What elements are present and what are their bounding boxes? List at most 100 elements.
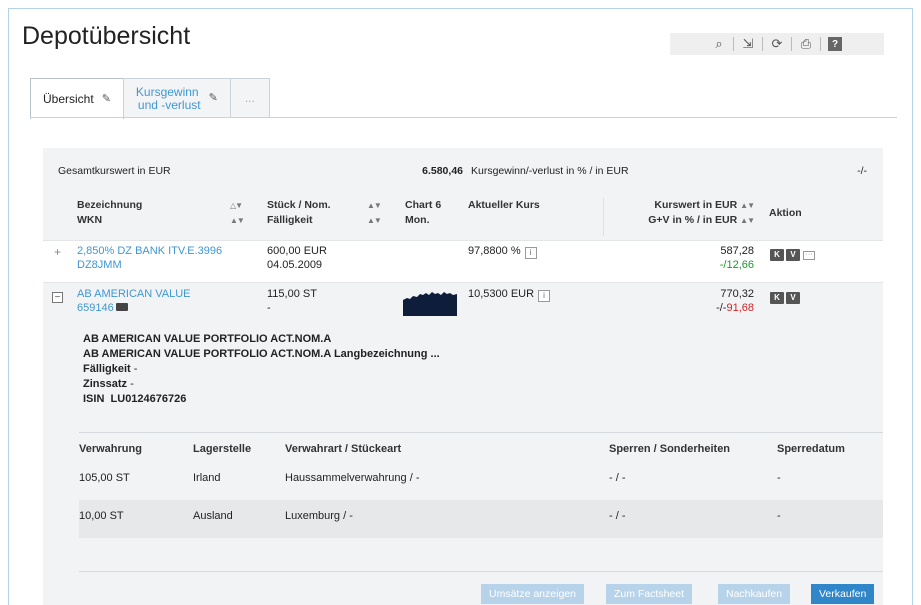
message-icon[interactable] <box>115 303 128 311</box>
security-details: AB AMERICAN VALUE PORTFOLIO ACT.NOM.A AB… <box>83 332 440 407</box>
custody-restriction-date: - <box>777 472 781 484</box>
col-stueck[interactable]: Stück / Nom. Fälligkeit <box>267 198 331 228</box>
tab-label: Übersicht <box>43 91 94 106</box>
buy-button[interactable]: K <box>770 249 784 261</box>
market-value: 587,28 <box>720 245 754 257</box>
col-lagerstelle: Lagerstelle <box>193 443 252 455</box>
col-wkn-label: WKN <box>77 214 103 226</box>
sort-icon[interactable]: ▲▼ <box>740 216 755 225</box>
show-transactions-button[interactable]: Umsätze anzeigen <box>481 584 584 604</box>
col-sperren: Sperren / Sonderheiten <box>609 443 731 455</box>
factsheet-button[interactable]: Zum Factsheet <box>606 584 693 604</box>
print-icon[interactable]: ⎙ <box>792 35 820 53</box>
expand-icon[interactable]: + <box>52 246 63 259</box>
sort-icon[interactable]: ▲▼ <box>740 201 755 210</box>
tab-label: Kursgewinn und -verlust <box>135 84 201 112</box>
buy-button[interactable]: K <box>770 292 784 304</box>
help-icon[interactable]: ? <box>828 37 842 51</box>
custody-restriction-date: - <box>777 510 781 522</box>
detail-interest-label: Zinssatz <box>83 378 128 390</box>
gain-loss-value: 91,68 <box>726 302 754 314</box>
tab-label-line1: Kursgewinn <box>135 84 199 99</box>
col-verwahrung: Verwahrung <box>79 443 142 455</box>
custody-restrictions: - / - <box>609 472 626 484</box>
current-price-value: 97,8800 % <box>468 245 521 257</box>
total-value: 6.580,46 <box>422 165 463 177</box>
market-value: 770,32 <box>720 288 754 300</box>
refresh-icon[interactable]: ⟳ <box>763 35 791 53</box>
custody-row: 105,00 ST Irland Haussammelverwahrung / … <box>79 462 883 500</box>
custody-quantity: 105,00 ST <box>79 472 130 484</box>
collapse-icon[interactable]: − <box>52 292 63 303</box>
tab-more[interactable]: ... <box>229 78 270 118</box>
col-chart: Chart 6 Mon. <box>405 198 441 228</box>
security-wkn-link[interactable]: DZ8JMM <box>77 258 122 272</box>
security-wkn: 659146 <box>77 301 128 315</box>
sort-icon[interactable]: ▲▼ <box>367 213 382 228</box>
quantity: 115,00 ST <box>267 288 317 300</box>
custody-type: Luxemburg / - <box>285 510 353 522</box>
col-kurs[interactable]: Aktueller Kurs <box>468 198 540 213</box>
page-title: Depotübersicht <box>22 22 191 50</box>
col-sperredatum: Sperredatum <box>777 443 845 455</box>
info-icon[interactable]: i <box>524 247 537 259</box>
col-bezeichnung[interactable]: Bezeichnung WKN <box>77 198 142 228</box>
col-bezeichnung-label: Bezeichnung <box>77 199 143 211</box>
detail-maturity: Fälligkeit - <box>83 362 440 377</box>
security-name-link[interactable]: 2,850% DZ BANK ITV.E.3996 <box>77 244 222 258</box>
more-actions-icon[interactable]: ··· <box>803 251 815 260</box>
sell-button[interactable]: V <box>786 249 800 261</box>
toolbar-separator <box>820 37 821 51</box>
gain-loss: -/-91,68 <box>643 301 754 315</box>
quantity: 600,00 EUR <box>267 245 327 257</box>
col-stueck-label: Stück / Nom. <box>267 199 331 211</box>
custody-location: Ausland <box>193 510 233 522</box>
total-gain-label: Kursgewinn/-verlust in % / in EUR <box>471 165 629 177</box>
custody-row: 10,00 ST Ausland Luxemburg / - - / - - <box>79 500 883 538</box>
detail-name: AB AMERICAN VALUE PORTFOLIO ACT.NOM.A <box>83 333 332 345</box>
detail-maturity-value: - <box>133 363 138 375</box>
tab-kursgewinn[interactable]: Kursgewinn und -verlust ✎ <box>122 78 231 118</box>
sell-button[interactable]: Verkaufen <box>811 584 875 604</box>
sell-button[interactable]: V <box>786 292 800 304</box>
current-price-value: 10,5300 EUR <box>468 288 535 300</box>
summary-row: Gesamtkurswert in EUR 6.580,46 Kursgewin… <box>43 148 883 194</box>
tab-uebersicht[interactable]: Übersicht ✎ <box>30 78 124 119</box>
binoculars-icon[interactable]: ⌕ <box>705 35 733 53</box>
security-wkn-link[interactable]: 659146 <box>77 302 114 314</box>
export-icon[interactable]: ⇲ <box>734 35 762 53</box>
col-aktion: Aktion <box>769 207 802 219</box>
price-chart-area <box>403 292 457 316</box>
detail-long-name: AB AMERICAN VALUE PORTFOLIO ACT.NOM.A La… <box>83 348 440 360</box>
detail-isin: ISIN LU0124676726 <box>83 392 440 407</box>
custody-table: Verwahrung Lagerstelle Verwahrart / Stüc… <box>79 432 883 538</box>
table-header: Bezeichnung WKN △▼ ▲▼ Stück / Nom. Fälli… <box>43 198 883 236</box>
column-divider <box>603 198 604 236</box>
detail-isin-value: LU0124676726 <box>110 393 187 405</box>
table-row: + 2,850% DZ BANK ITV.E.3996 DZ8JMM 600,0… <box>43 240 883 283</box>
gain-loss-prefix: -/- <box>716 302 727 314</box>
sort-icon[interactable]: △▼ <box>230 198 243 213</box>
sort-icon[interactable]: ▲▼ <box>230 213 245 228</box>
detail-maturity-label: Fälligkeit <box>83 363 131 375</box>
pencil-icon[interactable]: ✎ <box>209 92 218 105</box>
info-icon[interactable]: i <box>538 290 551 302</box>
detail-isin-label: ISIN <box>83 393 105 405</box>
col-kurswert-label: Kurswert in EUR <box>654 199 738 211</box>
price-chart-thumbnail[interactable] <box>403 286 457 316</box>
col-chart-label2: Mon. <box>405 214 430 226</box>
buy-more-button[interactable]: Nachkaufen <box>718 584 791 604</box>
security-name-link[interactable]: AB AMERICAN VALUE <box>77 287 191 301</box>
gain-loss: -/12,66 <box>719 259 754 271</box>
sort-icon[interactable]: ▲▼ <box>367 198 382 213</box>
pencil-icon[interactable]: ✎ <box>102 93 111 106</box>
col-faelligkeit-label: Fälligkeit <box>267 214 313 226</box>
current-price: 10,5300 EUR i <box>468 287 551 302</box>
current-price: 97,8800 % i <box>468 244 537 259</box>
col-gv-label: G+V in % / in EUR <box>648 214 738 226</box>
table-row-expanded: − AB AMERICAN VALUE 659146 115,00 ST - 1… <box>43 284 883 605</box>
tab-bar: Übersicht ✎ Kursgewinn und -verlust ✎ ..… <box>30 78 270 119</box>
col-kurswert[interactable]: Kurswert in EUR ▲▼ G+V in % / in EUR ▲▼ <box>618 198 755 228</box>
portfolio-panel: Gesamtkurswert in EUR 6.580,46 Kursgewin… <box>43 148 883 605</box>
detail-interest: Zinssatz - <box>83 377 440 392</box>
